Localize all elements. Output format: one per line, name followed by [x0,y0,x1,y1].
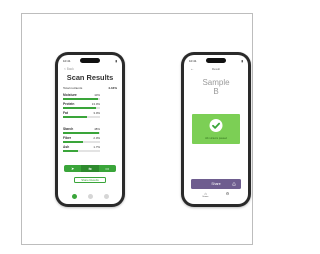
status-bar: 10:41 ▮ [63,57,117,64]
nutrient-value: 48% [94,127,100,131]
status-time: 10:41 [63,58,71,63]
tab-compare[interactable]: ⇆ [81,165,99,172]
nutrient-label: Fiber [63,136,72,140]
nav-home-icon[interactable] [71,193,77,199]
send-icon: ➤ [70,166,75,171]
phone-scan-results: 10:41 ▮ < Back Scan Results Total nutrie… [55,52,125,207]
list-icon: ▭ [105,166,110,171]
nutrient-row: Protein 13.0% [63,102,100,110]
battery-icon: ▮ [241,58,243,63]
nav-home-label: Home [202,196,209,198]
total-nutrients-label: Total nutrients [63,86,83,90]
sample-result-screen: 10:41 ▮ ← Result Sample B All nutrients … [184,55,248,204]
nutrient-bar-fill [63,141,84,143]
sample-title: Sample [202,78,230,87]
nutrient-bar [63,98,100,100]
share-results-button[interactable]: Share Results [74,177,106,183]
nutrient-value: 1.7% [93,145,100,149]
nutrient-bar [63,150,100,152]
status-time: 10:41 [189,58,197,63]
bottom-nav: ⌂ Home ⚙ [184,191,248,201]
sample-title-block: Sample B [184,78,248,96]
mockup-frame: 10:41 ▮ < Back Scan Results Total nutrie… [21,13,253,245]
nav-history-icon[interactable] [87,193,93,199]
status-bar: 10:41 ▮ [189,57,243,64]
sample-id: B [213,87,219,96]
nutrient-bar-fill [63,150,78,152]
check-icon [209,119,223,132]
share-label: Share [211,182,221,186]
nutrient-value: 13.0% [91,102,100,106]
nutrient-row: Ash 1.7% [63,145,100,153]
nutrient-value: 10% [94,93,100,97]
nutrient-bar-fill [63,98,99,100]
settings-icon: ⚙ [225,191,230,196]
share-button[interactable]: Share [191,179,241,189]
back-button[interactable]: < Back [64,67,74,71]
phone-sample-result: 10:41 ▮ ← Result Sample B All nutrients … [181,52,251,207]
nutrient-label: Protein [63,102,75,106]
nutrient-bar-fill [63,132,100,134]
nutrient-bar [63,116,100,118]
nutrient-label: Starch [63,127,74,131]
result-card: All nutrients passed [192,114,240,144]
tab-list[interactable]: ▭ [99,165,116,172]
nutrient-row: Fiber 2.0% [63,136,100,144]
nav-profile-icon[interactable] [103,193,109,199]
swap-icon: ⇆ [88,166,92,171]
nutrient-label: Fat [63,111,68,115]
nutrient-row: Moisture 10% [63,93,100,101]
nutrient-row: Fat 3.0% [63,111,100,119]
share-results-label: Share Results [81,178,99,182]
nav-home[interactable]: ⌂ Home [203,191,209,198]
nutrient-bar [63,107,100,109]
nutrient-bar-fill [63,107,96,109]
screen-header: Result [212,67,220,71]
nutrient-label: Moisture [63,93,77,97]
nav-settings[interactable]: ⚙ [226,191,230,196]
nutrient-bar [63,132,100,134]
total-nutrients-row: Total nutrients 4.43% [63,86,117,90]
bottom-nav [58,191,122,201]
share-icon [232,181,236,186]
result-text: All nutrients passed [205,137,227,140]
scan-results-screen: 10:41 ▮ < Back Scan Results Total nutrie… [58,55,122,204]
page-title: Scan Results [66,73,114,82]
nutrient-value: 3.0% [93,111,100,115]
total-nutrients-value: 4.43% [108,86,117,90]
nutrient-label: Ash [63,145,70,149]
tab-send[interactable]: ➤ [64,165,81,172]
battery-icon: ▮ [115,58,117,63]
nutrient-bar-fill [63,116,88,118]
view-toggle: ➤ ⇆ ▭ [64,165,116,172]
nutrient-row: Starch 48% [63,127,100,135]
nutrient-bar [63,141,100,143]
nutrient-value: 2.0% [93,136,100,140]
